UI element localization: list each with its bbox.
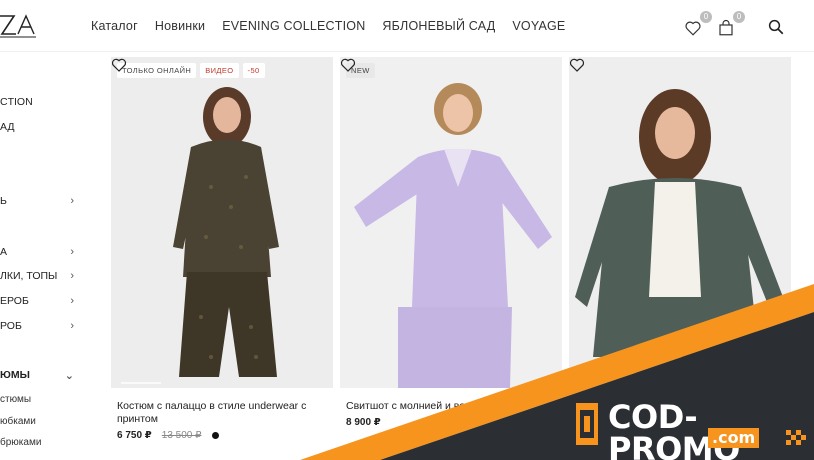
heart-icon[interactable] bbox=[569, 57, 585, 73]
nav-new[interactable]: Новинки bbox=[155, 19, 205, 33]
product-card[interactable] bbox=[569, 57, 791, 388]
catalog-sidebar: CTION АД Ь › А › ЛКИ, ТОПЫ › ЕРОБ › РОБ … bbox=[0, 52, 100, 460]
product-card[interactable]: NEW Свитшот с молнией и вор 8 900 ₽ bbox=[340, 57, 562, 428]
product-image[interactable] bbox=[569, 57, 791, 388]
sidebar-item-label: АД bbox=[0, 121, 15, 133]
cart-button[interactable]: 0 bbox=[717, 11, 745, 38]
main-nav: Каталог Новинки EVENING COLLECTION ЯБЛОН… bbox=[91, 19, 565, 33]
sidebar-subitem-skirts[interactable]: юбками bbox=[0, 416, 76, 432]
nav-apple-garden[interactable]: ЯБЛОНЕВЫЙ САД bbox=[382, 19, 495, 33]
product-image[interactable]: NEW bbox=[340, 57, 562, 388]
heart-icon bbox=[685, 21, 701, 36]
sidebar-item-label: Ь bbox=[0, 195, 7, 207]
color-swatch[interactable] bbox=[211, 432, 219, 439]
sidebar-item-label: ЛКИ, ТОПЫ bbox=[0, 270, 58, 282]
heart-icon[interactable] bbox=[340, 57, 356, 73]
price-row: 6 750 ₽ 13 500 ₽ bbox=[111, 430, 333, 441]
sidebar-item-wardrobe-1[interactable]: ЕРОБ › bbox=[0, 295, 76, 311]
cart-count-badge: 0 bbox=[733, 11, 745, 23]
checker-icon bbox=[786, 430, 806, 445]
sidebar-item-3[interactable]: Ь › bbox=[0, 195, 76, 211]
brand-logo[interactable] bbox=[0, 12, 40, 40]
product-badges: ТОЛЬКО ОНЛАЙН ВИДЕО -50 bbox=[117, 63, 265, 78]
chevron-right-icon: › bbox=[70, 320, 74, 332]
heart-icon[interactable] bbox=[111, 57, 127, 73]
sidebar-item-collection[interactable]: CTION bbox=[0, 96, 76, 112]
chevron-right-icon: › bbox=[70, 246, 74, 258]
sidebar-item-label: ЕРОБ bbox=[0, 295, 29, 307]
badge-video: ВИДЕО bbox=[200, 63, 239, 78]
image-slider-indicator[interactable] bbox=[121, 382, 161, 384]
chevron-right-icon: › bbox=[70, 295, 74, 307]
product-photo-model-green-bomber bbox=[569, 57, 791, 388]
nav-catalog[interactable]: Каталог bbox=[91, 19, 138, 33]
search-button[interactable] bbox=[767, 16, 789, 38]
sidebar-item-suits[interactable]: ЮМЫ ⌄ bbox=[0, 369, 76, 385]
sidebar-item-label: ЮМЫ bbox=[0, 369, 30, 381]
product-card[interactable]: ТОЛЬКО ОНЛАЙН ВИДЕО -50 Костюм с палаццо… bbox=[111, 57, 333, 441]
promo-domain-text: .com bbox=[708, 428, 760, 448]
sidebar-item-4[interactable]: А › bbox=[0, 246, 76, 262]
chevron-right-icon: › bbox=[70, 270, 74, 282]
nav-voyage[interactable]: VOYAGE bbox=[512, 19, 565, 33]
search-icon bbox=[768, 19, 784, 35]
product-title[interactable]: Свитшот с молнией и вор bbox=[340, 400, 550, 413]
product-image[interactable]: ТОЛЬКО ОНЛАЙН ВИДЕО -50 bbox=[111, 57, 333, 388]
badge-online-only: ТОЛЬКО ОНЛАЙН bbox=[117, 63, 197, 78]
sidebar-item-blouses[interactable]: ЛКИ, ТОПЫ › bbox=[0, 270, 76, 286]
product-photo-model-print-suit bbox=[111, 57, 333, 388]
chevron-down-icon: ⌄ bbox=[64, 370, 74, 382]
sidebar-item-label: РОБ bbox=[0, 320, 22, 332]
product-old-price: 13 500 ₽ bbox=[161, 430, 202, 441]
product-price: 6 750 ₽ bbox=[117, 430, 152, 441]
product-price: 8 900 ₽ bbox=[346, 417, 381, 428]
bag-icon bbox=[719, 19, 733, 36]
price-row: 8 900 ₽ bbox=[340, 417, 562, 428]
favorites-button[interactable]: 0 bbox=[684, 11, 712, 38]
sidebar-item-label: CTION bbox=[0, 96, 33, 108]
favorites-count-badge: 0 bbox=[700, 11, 712, 23]
chevron-right-icon: › bbox=[70, 195, 74, 207]
sidebar-item-garden[interactable]: АД bbox=[0, 121, 76, 137]
sidebar-subitem-suits[interactable]: стюмы bbox=[0, 394, 76, 410]
sidebar-item-label: А bbox=[0, 246, 8, 258]
product-title[interactable]: Костюм с палаццо в стиле underwear с при… bbox=[111, 400, 321, 426]
nav-evening-collection[interactable]: EVENING COLLECTION bbox=[222, 19, 365, 33]
promo-brand-text: COD-PROMO bbox=[608, 398, 740, 460]
badge-discount: -50 bbox=[242, 63, 265, 78]
sidebar-item-wardrobe-2[interactable]: РОБ › bbox=[0, 320, 76, 336]
site-header: Каталог Новинки EVENING COLLECTION ЯБЛОН… bbox=[0, 0, 814, 52]
sidebar-subitem-pants[interactable]: брюками bbox=[0, 437, 76, 453]
product-photo-model-lilac-set bbox=[340, 57, 562, 388]
coupon-icon bbox=[576, 403, 598, 445]
